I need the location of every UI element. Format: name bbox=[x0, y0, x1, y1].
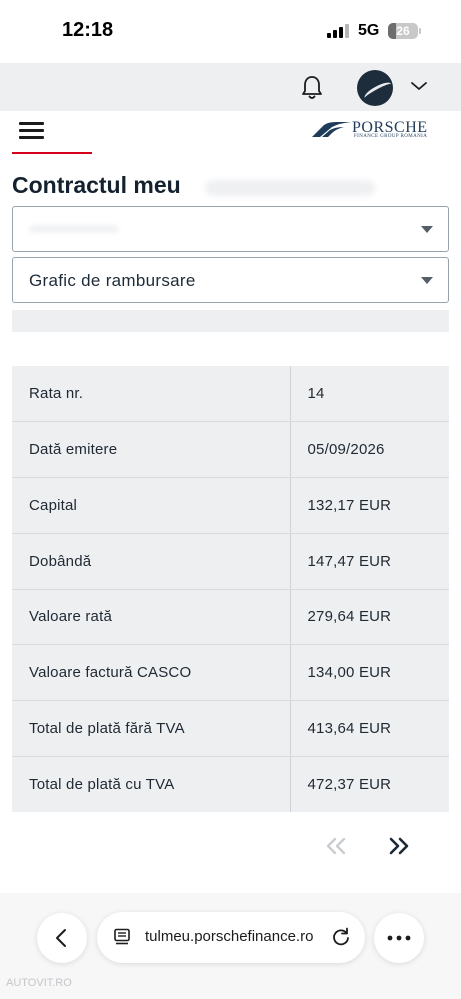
table-row: Valoare rată 279,64 EUR bbox=[12, 589, 449, 646]
more-options-button[interactable] bbox=[374, 913, 424, 963]
table-row: Rata nr. 14 bbox=[12, 366, 449, 423]
reload-icon[interactable] bbox=[331, 927, 351, 947]
redacted-contract-number bbox=[205, 180, 375, 196]
back-button[interactable] bbox=[37, 913, 87, 963]
row-label: Valoare factură CASCO bbox=[12, 644, 291, 701]
status-bar: 12:18 5G 26 bbox=[0, 0, 461, 62]
battery-icon: 26 bbox=[388, 23, 418, 39]
avatar-graphic bbox=[362, 79, 393, 103]
table-row: Total de plată fără TVA 413,64 EUR bbox=[12, 700, 449, 757]
avatar[interactable] bbox=[357, 70, 393, 106]
url-text: tulmeu.porschefinance.ro bbox=[145, 928, 314, 945]
page-title: Contractul meu bbox=[12, 172, 181, 198]
dropdown-arrow-icon bbox=[421, 277, 433, 284]
view-select[interactable]: Grafic de rambursare bbox=[12, 257, 449, 303]
logo-subtext: FINANCE GROUP ROMANIA bbox=[354, 134, 428, 139]
row-value: 472,37 EUR bbox=[307, 775, 392, 793]
row-label: Dată emitere bbox=[12, 421, 291, 478]
bell-icon[interactable] bbox=[300, 75, 324, 101]
contract-select[interactable] bbox=[12, 206, 449, 252]
dropdown-arrow-icon bbox=[421, 226, 433, 233]
page-settings-icon[interactable] bbox=[113, 928, 131, 946]
double-chevron-right-icon[interactable] bbox=[387, 836, 411, 856]
table-row: Total de plată cu TVA 472,37 EUR bbox=[12, 756, 449, 812]
address-bar[interactable]: tulmeu.porschefinance.ro bbox=[97, 912, 365, 963]
menu-icon[interactable] bbox=[19, 122, 44, 140]
view-select-value: Grafic de rambursare bbox=[29, 271, 196, 290]
row-label: Capital bbox=[12, 477, 291, 534]
row-value: 279,64 EUR bbox=[290, 589, 449, 646]
table-row: Dată emitere 05/09/2026 bbox=[12, 421, 449, 478]
network-label: 5G bbox=[358, 22, 380, 39]
row-value: 413,64 EUR bbox=[290, 700, 449, 757]
row-value: 05/09/2026 bbox=[290, 421, 449, 478]
chevron-left-icon bbox=[56, 929, 66, 947]
repayment-table: Rata nr. 14 Dată emitere 05/09/2026 Capital 1… bbox=[12, 366, 449, 812]
double-chevron-left-icon[interactable] bbox=[324, 836, 348, 856]
table-row: Dobândă 147,47 EUR bbox=[12, 533, 449, 590]
logo-swoosh-icon bbox=[312, 122, 351, 137]
ellipsis-icon bbox=[387, 935, 411, 941]
table-header-strip bbox=[12, 310, 449, 332]
table-row: Capital 132,17 EUR bbox=[12, 477, 449, 534]
row-label: Dobândă bbox=[12, 533, 291, 590]
row-label: Total de plată cu TVA bbox=[12, 756, 291, 812]
row-label: Total de plată fără TVA bbox=[12, 700, 291, 757]
row-value: 14 bbox=[290, 366, 449, 423]
watermark: AUTOVIT.RO bbox=[6, 977, 72, 989]
row-label: Valoare rată bbox=[12, 589, 291, 646]
status-time: 12:18 bbox=[62, 19, 114, 41]
row-value: 132,17 EUR bbox=[290, 477, 449, 534]
battery-tip bbox=[419, 28, 421, 34]
table-row: Valoare factură CASCO 134,00 EUR bbox=[12, 644, 449, 701]
row-value: 147,47 EUR bbox=[290, 533, 449, 590]
account-bar bbox=[0, 63, 461, 111]
row-label: Rata nr. bbox=[12, 366, 291, 423]
porsche-finance-logo[interactable]: PORSCHE FINANCE GROUP ROMANIA bbox=[310, 119, 450, 143]
battery-level: 26 bbox=[396, 24, 410, 38]
signal-icon bbox=[327, 24, 349, 38]
row-value: 134,00 EUR bbox=[290, 644, 449, 701]
chevron-down-icon[interactable] bbox=[410, 79, 428, 93]
menu-active-indicator bbox=[12, 152, 92, 154]
redacted-contract-value bbox=[29, 225, 119, 233]
